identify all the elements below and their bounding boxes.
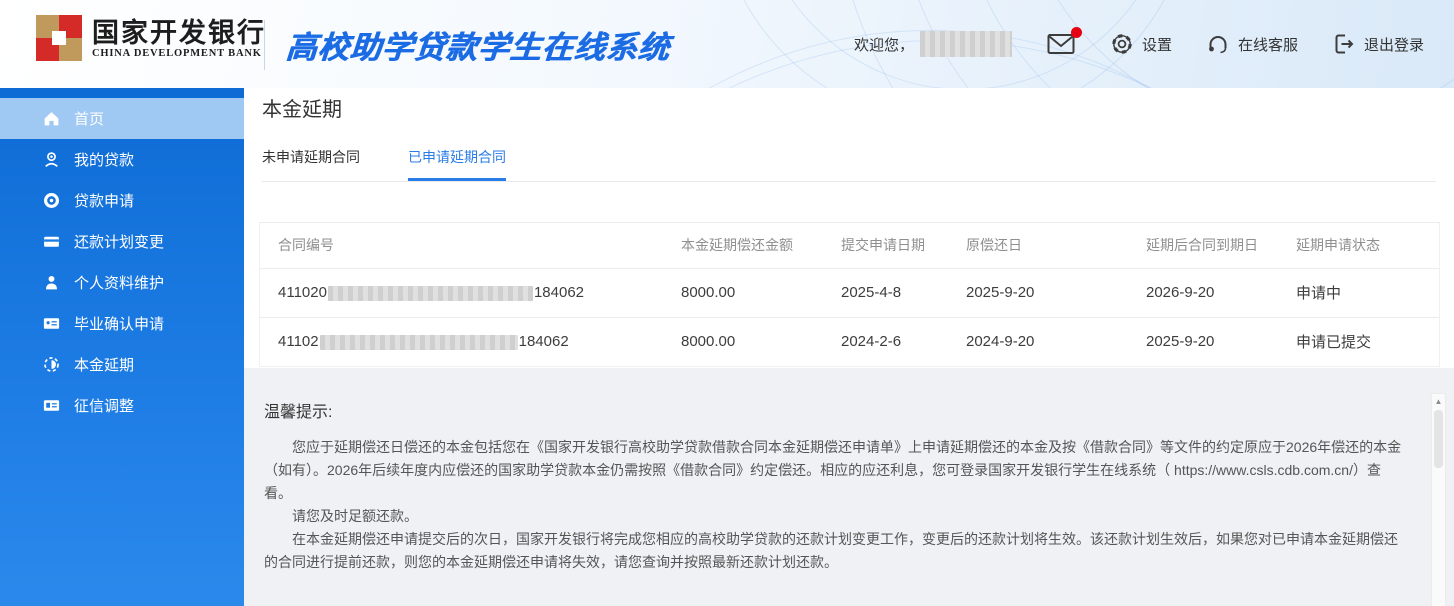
welcome-text: 欢迎您， [854, 31, 1012, 57]
bank-name-cn: 国家开发银行 [92, 18, 266, 48]
tab-bar: 未申请延期合同 已申请延期合同 [262, 148, 1436, 182]
tab-not-applied-contracts[interactable]: 未申请延期合同 [262, 148, 360, 181]
user-name-redacted [920, 31, 1012, 57]
loan-pin-icon [42, 150, 61, 169]
mail-notification-badge [1071, 27, 1082, 38]
messages-button[interactable] [1046, 32, 1076, 56]
headset-icon [1206, 32, 1230, 56]
col-original-due-date: 原偿还日 [966, 223, 1146, 268]
sidebar-item-graduation-confirmation[interactable]: 毕业确认申请 [0, 303, 244, 344]
settings-button[interactable]: 设置 [1110, 32, 1172, 56]
deferred-amount: 8000.00 [681, 268, 841, 317]
contract-redacted-segment [328, 286, 533, 301]
sidebar: 首页 我的贷款 贷款申请 [0, 88, 244, 606]
sidebar-item-label: 毕业确认申请 [74, 313, 164, 334]
col-contract-number: 合同编号 [260, 223, 681, 268]
contract-suffix: 184062 [534, 284, 584, 301]
tips-paragraph: 在本金延期偿还申请提交后的次日，国家开发银行将完成您相应的高校助学贷款的还款计划… [264, 528, 1408, 574]
online-service-label: 在线客服 [1238, 34, 1298, 55]
tips-panel: 温馨提示: 您应于延期偿还日偿还的本金包括您在《国家开发银行高校助学贷款借款合同… [244, 368, 1454, 606]
sidebar-item-label: 首页 [74, 108, 104, 129]
deferred-due-date: 2026-9-20 [1146, 268, 1296, 317]
tips-paragraph: 请您及时足额还款。 [264, 505, 1408, 528]
tips-title: 温馨提示: [264, 398, 1408, 422]
sidebar-item-personal-info[interactable]: 个人资料维护 [0, 262, 244, 303]
bank-brand: 国家开发银行 CHINA DEVELOPMENT BANK [36, 15, 266, 61]
top-navigation: 欢迎您， 设置 [854, 0, 1424, 88]
col-deferred-amount: 本金延期偿还金额 [681, 223, 841, 268]
logout-button[interactable]: 退出登录 [1332, 32, 1424, 56]
contract-number: 411020 184062 [260, 268, 681, 317]
welcome-label: 欢迎您， [854, 34, 914, 55]
settings-label: 设置 [1142, 34, 1172, 55]
contract-prefix: 41102 [278, 333, 319, 350]
original-due-date: 2025-9-20 [966, 268, 1146, 317]
scrollbar-up-arrow-icon[interactable]: ▲ [1432, 394, 1445, 409]
sidebar-item-repayment-plan-change[interactable]: 还款计划变更 [0, 221, 244, 262]
sidebar-item-label: 还款计划变更 [74, 231, 164, 252]
sidebar-item-label: 贷款申请 [74, 190, 134, 211]
sidebar-item-principal-deferment[interactable]: 本金延期 [0, 344, 244, 385]
id-card-icon [42, 314, 61, 333]
sidebar-item-label: 我的贷款 [74, 149, 134, 170]
status-badge: 申请已提交 [1296, 317, 1439, 366]
tips-scrollbar[interactable]: ▲ [1431, 393, 1446, 606]
col-apply-date: 提交申请日期 [841, 223, 966, 268]
apply-date: 2025-4-8 [841, 268, 966, 317]
table-row: 41102 184062 8000.00 2024-2-6 2024-9-20 2… [260, 317, 1439, 366]
person-icon [42, 273, 61, 292]
app-window: 国家开发银行 CHINA DEVELOPMENT BANK 高校助学贷款学生在线… [0, 0, 1454, 606]
deferment-table: 合同编号 本金延期偿还金额 提交申请日期 原偿还日 延期后合同到期日 延期申请状… [259, 222, 1440, 367]
sidebar-item-my-loans[interactable]: 我的贷款 [0, 139, 244, 180]
target-icon [42, 191, 61, 210]
tips-paragraph: 您应于延期偿还日偿还的本金包括您在《国家开发银行高校助学贷款借款合同本金延期偿还… [264, 436, 1408, 505]
system-title: 高校助学贷款学生在线系统 [284, 22, 671, 67]
header: 国家开发银行 CHINA DEVELOPMENT BANK 高校助学贷款学生在线… [0, 0, 1454, 88]
table-row: 411020184062 8000.00 2025-4-8 2025-9-20 … [260, 268, 1439, 317]
deferred-amount: 8000.00 [681, 317, 841, 366]
tab-applied-contracts[interactable]: 已申请延期合同 [408, 148, 506, 181]
home-icon [42, 109, 61, 128]
logout-label: 退出登录 [1364, 34, 1424, 55]
bank-card-icon [42, 232, 61, 251]
contract-redacted-segment [320, 335, 518, 350]
status-badge: 申请中 [1296, 268, 1439, 317]
table-header-row: 合同编号 本金延期偿还金额 提交申请日期 原偿还日 延期后合同到期日 延期申请状… [260, 223, 1439, 268]
sidebar-item-label: 征信调整 [74, 395, 134, 416]
page-title: 本金延期 [262, 96, 1454, 124]
apply-date: 2024-2-6 [841, 317, 966, 366]
credit-card-id-icon [42, 396, 61, 415]
scrollbar-thumb[interactable] [1434, 410, 1443, 468]
sidebar-item-home[interactable]: 首页 [0, 98, 244, 139]
contract-number: 41102 184062 [260, 317, 681, 366]
bank-name-en: CHINA DEVELOPMENT BANK [92, 48, 266, 59]
online-service-button[interactable]: 在线客服 [1206, 32, 1298, 56]
col-application-status: 延期申请状态 [1296, 223, 1439, 268]
cdb-logo-icon [36, 15, 82, 61]
sidebar-item-label: 个人资料维护 [74, 272, 164, 293]
deferment-clock-icon [42, 355, 61, 374]
col-deferred-due-date: 延期后合同到期日 [1146, 223, 1296, 268]
sidebar-item-label: 本金延期 [74, 354, 134, 375]
sidebar-item-loan-application[interactable]: 贷款申请 [0, 180, 244, 221]
deferred-due-date: 2025-9-20 [1146, 317, 1296, 366]
gear-icon [1110, 32, 1134, 56]
brand-divider [264, 20, 265, 70]
main-content: 本金延期 未申请延期合同 已申请延期合同 合同编号 本金延期偿还金额 [244, 88, 1454, 606]
contract-prefix: 411020 [278, 284, 327, 301]
contract-suffix: 184062 [519, 333, 569, 350]
sidebar-item-credit-adjustment[interactable]: 征信调整 [0, 385, 244, 426]
logout-icon [1332, 32, 1356, 56]
original-due-date: 2024-9-20 [966, 317, 1146, 366]
